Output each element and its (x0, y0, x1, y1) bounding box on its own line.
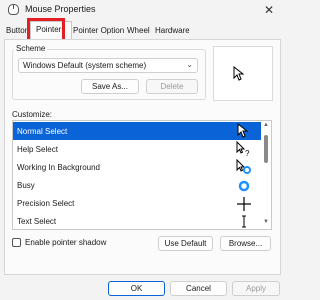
save-as-button[interactable]: Save As... (81, 79, 139, 94)
cursor-list[interactable]: Normal Select Help Select ? Working In B… (12, 120, 272, 230)
row-label: Working In Background (17, 163, 101, 172)
use-default-button[interactable]: Use Default (158, 236, 213, 251)
browse-button[interactable]: Browse... (220, 236, 271, 251)
tab-pointer-options[interactable]: Pointer Options (73, 23, 124, 38)
tab-pointers[interactable]: Pointers (30, 21, 72, 40)
list-item-text-select[interactable]: Text Select (13, 212, 261, 229)
tab-strip: Buttons Pointer Options Wheel Hardware P… (0, 20, 285, 40)
tab-hardware[interactable]: Hardware (155, 23, 189, 38)
list-item-precision-select[interactable]: Precision Select (13, 194, 261, 212)
help-cursor-icon: ? (236, 141, 250, 157)
pointer-shadow-label: Enable pointer shadow (25, 238, 107, 247)
apply-button[interactable]: Apply (232, 281, 280, 296)
scheme-dropdown[interactable]: Windows Default (system scheme) ⌄ (18, 58, 198, 73)
scroll-up-icon[interactable]: ▲ (263, 122, 269, 128)
list-item-normal-select[interactable]: Normal Select (13, 122, 261, 140)
scheme-label: Scheme (14, 44, 48, 53)
preview-arrow-icon (233, 66, 245, 81)
tab-wheel[interactable]: Wheel (127, 23, 151, 38)
list-item-busy[interactable]: Busy (13, 176, 261, 194)
working-cursor-icon (236, 159, 251, 174)
mouse-icon (8, 4, 19, 15)
crosshair-cursor-icon (237, 197, 251, 211)
text-cursor-icon (242, 215, 246, 228)
svg-text:?: ? (245, 149, 250, 157)
list-item-working-in-background[interactable]: Working In Background (13, 158, 261, 176)
scroll-thumb[interactable] (264, 135, 268, 163)
close-icon[interactable]: ✕ (262, 3, 276, 17)
window-title: Mouse Properties (25, 4, 96, 14)
scroll-down-icon[interactable]: ▼ (263, 219, 269, 225)
row-label: Normal Select (17, 127, 68, 136)
arrow-cursor-icon (237, 123, 249, 138)
customize-label: Customize: (12, 110, 53, 119)
list-item-help-select[interactable]: Help Select ? (13, 140, 261, 158)
delete-button[interactable]: Delete (146, 79, 198, 94)
tab-buttons[interactable]: Buttons (6, 23, 28, 38)
row-label: Precision Select (17, 199, 75, 208)
list-scrollbar[interactable]: ▲ ▼ (261, 121, 271, 229)
cancel-button[interactable]: Cancel (170, 281, 227, 296)
row-label: Busy (17, 181, 35, 190)
pointer-shadow-checkbox[interactable] (12, 238, 21, 247)
row-label: Help Select (17, 145, 58, 154)
scheme-selected-value: Windows Default (system scheme) (23, 61, 147, 70)
title-bar: Mouse Properties ✕ (0, 0, 285, 20)
cursor-preview (213, 46, 273, 101)
busy-cursor-icon (238, 180, 250, 192)
row-label: Text Select (17, 217, 57, 226)
chevron-down-icon: ⌄ (186, 60, 193, 69)
ok-button[interactable]: OK (108, 281, 165, 296)
